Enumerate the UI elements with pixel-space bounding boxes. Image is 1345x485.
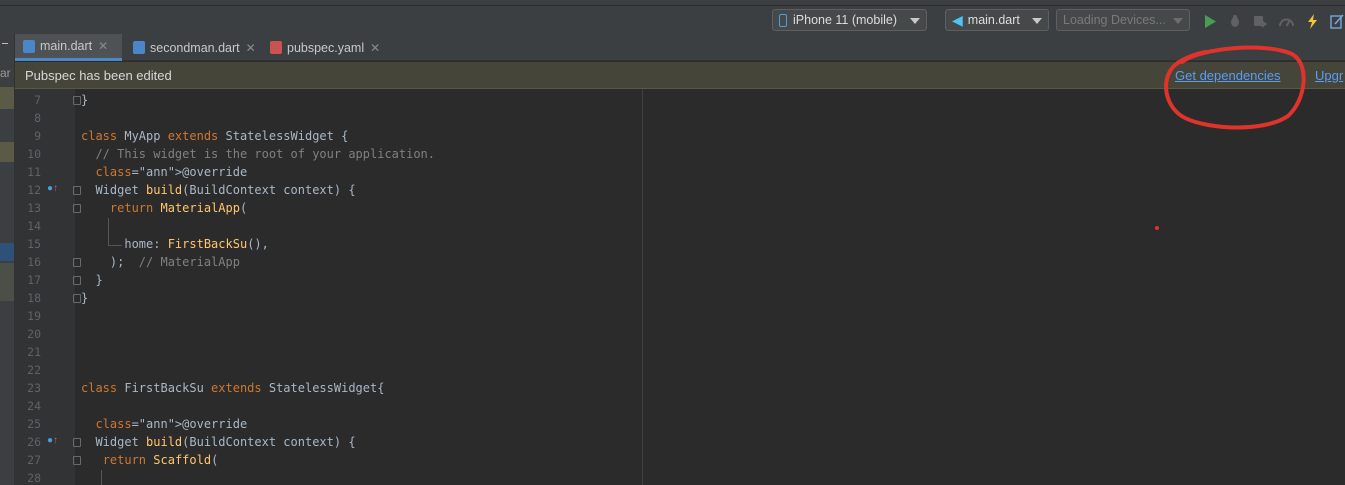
line-number: 15 [27, 237, 41, 251]
left-tool-strip: ar [0, 34, 15, 485]
dart-file-icon [23, 39, 35, 53]
fold-marker-icon[interactable] [73, 294, 81, 303]
attach-debugger-icon[interactable] [1252, 13, 1268, 29]
profile-icon[interactable] [1278, 13, 1294, 29]
code-line[interactable]: class MyApp extends StatelessWidget { [81, 127, 348, 145]
notification-message: Pubspec has been edited [25, 68, 172, 83]
tab-label: pubspec.yaml [287, 40, 365, 55]
override-icon[interactable]: ●↑ [47, 183, 58, 194]
line-number: 8 [34, 111, 41, 125]
fold-marker-icon[interactable] [73, 438, 81, 447]
left-strip-label: ar [0, 66, 11, 80]
indent-guide [108, 245, 122, 246]
run-config-selector[interactable]: ◀ main.dart [945, 9, 1049, 31]
main-toolbar: iPhone 11 (mobile) ◀ main.dart Loading D… [0, 6, 1345, 34]
close-icon[interactable]: ✕ [98, 39, 108, 53]
left-strip-marker [0, 263, 14, 301]
line-number: 28 [27, 471, 41, 485]
left-strip-selected[interactable] [0, 243, 14, 261]
code-line[interactable]: // This widget is the root of your appli… [81, 145, 435, 163]
code-line[interactable]: class="ann">@override [81, 163, 247, 181]
tab-main-dart[interactable]: main.dart ✕ [15, 34, 122, 61]
red-dot-annotation [1155, 226, 1159, 230]
line-number: 12 [27, 183, 41, 197]
code-line[interactable]: } [81, 91, 88, 109]
fold-marker-icon[interactable] [73, 456, 81, 465]
code-line[interactable]: return MaterialApp( [81, 199, 247, 217]
code-line[interactable]: ); // MaterialApp [81, 253, 240, 271]
dart-file-icon [133, 41, 145, 54]
chevron-down-icon [1032, 18, 1042, 24]
line-number: 17 [27, 273, 41, 287]
override-icon[interactable]: ●↑ [47, 435, 58, 446]
fold-marker-icon[interactable] [73, 96, 81, 105]
line-number: 16 [27, 255, 41, 269]
yaml-file-icon [270, 41, 282, 54]
line-number: 22 [27, 363, 41, 377]
code-line[interactable]: class FirstBackSu extends StatelessWidge… [81, 379, 384, 397]
code-line[interactable]: return Scaffold( [81, 451, 219, 469]
edit-config-icon[interactable] [1329, 13, 1345, 29]
fold-marker-icon[interactable] [73, 258, 81, 267]
code-line[interactable]: class="ann">@override [81, 415, 247, 433]
right-margin-guide [642, 89, 643, 485]
device-selector[interactable]: iPhone 11 (mobile) [772, 9, 927, 31]
close-icon[interactable]: ✕ [246, 41, 256, 55]
minimize-icon[interactable] [2, 43, 8, 44]
upgrade-dependencies-link[interactable]: Upgr [1315, 68, 1343, 83]
line-number: 18 [27, 291, 41, 305]
device-selector-label: iPhone 11 (mobile) [793, 13, 897, 27]
red-circle-annotation [1164, 45, 1306, 130]
pubspec-notification-bar: Pubspec has been edited Get dependencies… [15, 62, 1345, 89]
line-number: 21 [27, 345, 41, 359]
line-number: 20 [27, 327, 41, 341]
line-number: 25 [27, 417, 41, 431]
left-strip-marker [0, 142, 14, 162]
line-number: 19 [27, 309, 41, 323]
line-number: 24 [27, 399, 41, 413]
left-strip-marker [0, 87, 14, 109]
close-icon[interactable]: ✕ [370, 41, 380, 55]
line-number: 14 [27, 219, 41, 233]
line-number: 23 [27, 381, 41, 395]
editor-tabs: main.dart ✕ secondman.dart ✕ pubspec.yam… [15, 34, 1345, 61]
chevron-down-icon [1173, 18, 1183, 24]
debug-icon[interactable] [1227, 13, 1243, 29]
hot-reload-icon[interactable] [1304, 13, 1320, 29]
devices-status-label: Loading Devices... [1063, 13, 1166, 27]
fold-marker-icon[interactable] [73, 276, 81, 285]
code-line[interactable]: Widget build(BuildContext context) { [81, 181, 355, 199]
line-number: 13 [27, 201, 41, 215]
tab-pubspec-yaml[interactable]: pubspec.yaml ✕ [262, 34, 392, 61]
tab-label: main.dart [40, 39, 93, 53]
fold-marker-icon[interactable] [73, 204, 81, 213]
line-number: 26 [27, 435, 41, 449]
flutter-icon: ◀ [952, 12, 963, 28]
code-line[interactable]: } [81, 289, 88, 307]
chevron-down-icon [910, 18, 920, 24]
tab-secondman-dart[interactable]: secondman.dart ✕ [125, 34, 267, 61]
code-line[interactable]: home: FirstBackSu(), [81, 235, 269, 253]
code-line[interactable]: } [81, 271, 102, 289]
code-line[interactable]: Widget build(BuildContext context) { [81, 433, 355, 451]
line-number: 10 [27, 147, 41, 161]
indent-guide [108, 218, 109, 246]
fold-marker-icon[interactable] [73, 186, 81, 195]
line-number: 11 [27, 165, 41, 179]
phone-icon [779, 13, 787, 27]
devices-status-selector[interactable]: Loading Devices... [1056, 9, 1190, 31]
line-number: 9 [34, 129, 41, 143]
run-icon[interactable] [1202, 13, 1218, 29]
indent-guide [101, 470, 102, 485]
tab-label: secondman.dart [150, 40, 240, 55]
line-number: 7 [34, 93, 41, 107]
run-config-label: main.dart [967, 13, 1020, 27]
line-number: 27 [27, 453, 41, 467]
